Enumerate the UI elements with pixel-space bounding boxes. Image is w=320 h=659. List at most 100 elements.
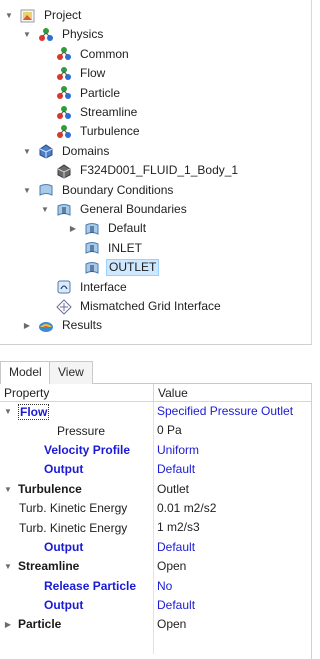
property-name: Release Particle xyxy=(44,578,137,593)
tree-item-results[interactable]: ▶ Results xyxy=(22,316,104,335)
expand-triangle-icon[interactable]: ▼ xyxy=(4,11,14,21)
expand-triangle-icon[interactable]: ▼ xyxy=(22,30,32,40)
property-value[interactable]: Default xyxy=(154,538,311,557)
property-group-flow[interactable]: ▼ Flow Specified Pressure Outlet xyxy=(0,402,311,422)
tree-item-label: F324D001_FLUID_1_Body_1 xyxy=(80,163,239,178)
tree-item-label: Mismatched Grid Interface xyxy=(80,299,221,313)
tree-item-domain-body[interactable]: F324D001_FLUID_1_Body_1 xyxy=(56,161,240,180)
expand-triangle-icon[interactable]: ▼ xyxy=(40,205,50,215)
property-row-pressure[interactable]: Pressure 0 Pa xyxy=(0,421,311,441)
tree-item-label-selected: OUTLET xyxy=(106,259,160,277)
property-name: Output xyxy=(44,462,84,477)
tab-view[interactable]: View xyxy=(49,361,93,384)
tree-item-turbulence[interactable]: Turbulence xyxy=(56,122,142,141)
property-row-velocity-profile[interactable]: Velocity Profile Uniform xyxy=(0,440,311,461)
tree-item-label: Particle xyxy=(80,85,121,100)
property-name: Turb. Kinetic Energy xyxy=(19,501,128,516)
tree-item-domains[interactable]: ▼ Domains xyxy=(22,142,111,161)
tree-item-label: Turbulence xyxy=(80,124,140,139)
tree-item-particle[interactable]: Particle xyxy=(56,84,122,103)
property-value[interactable]: Outlet xyxy=(154,480,311,499)
property-name: Streamline xyxy=(18,559,80,574)
property-group-particle[interactable]: ▶ Particle Open xyxy=(0,615,311,635)
property-value[interactable]: Specified Pressure Outlet xyxy=(154,402,311,421)
physics-node-icon xyxy=(57,105,71,119)
expand-triangle-icon[interactable]: ▼ xyxy=(3,557,13,576)
boundary-icon xyxy=(85,261,99,274)
property-value[interactable]: Uniform xyxy=(154,441,311,460)
physics-node-icon xyxy=(57,66,71,80)
tree-item-label: Boundary Conditions xyxy=(62,182,174,197)
property-value[interactable]: 0.01 m2/s2 xyxy=(154,499,311,518)
expand-triangle-icon[interactable]: ▼ xyxy=(3,402,13,421)
tree-item-general-boundaries[interactable]: ▼ General Boundaries xyxy=(40,200,189,219)
tree-item-inlet[interactable]: INLET xyxy=(84,239,144,258)
tab-model[interactable]: Model xyxy=(0,361,51,384)
column-header-value[interactable]: Value xyxy=(154,384,311,401)
property-value[interactable]: Open xyxy=(154,557,311,576)
property-row-turb-kinetic-energy-2[interactable]: Turb. Kinetic Energy 1 m2/s3 xyxy=(0,518,311,538)
property-row-empty xyxy=(0,634,311,655)
tree-item-mismatched-grid-interface[interactable]: Mismatched Grid Interface xyxy=(56,297,223,316)
tree-item-default[interactable]: ▶ Default xyxy=(68,219,148,238)
domains-icon xyxy=(39,144,53,159)
property-row-release-particle[interactable]: Release Particle No xyxy=(0,576,311,596)
tree-item-label: Default xyxy=(108,221,147,236)
mismatched-interface-icon xyxy=(56,298,72,315)
property-value[interactable]: No xyxy=(154,577,311,596)
panel-gap xyxy=(0,345,312,359)
physics-icon xyxy=(39,27,53,41)
tree-item-label: General Boundaries xyxy=(80,202,187,216)
tree-item-label: Interface xyxy=(80,279,127,294)
property-value[interactable]: 1 m2/s3 xyxy=(154,518,311,537)
property-name: Turbulence xyxy=(18,481,82,496)
expand-triangle-icon[interactable]: ▼ xyxy=(22,185,32,195)
physics-node-icon xyxy=(57,86,71,100)
tree-item-streamline[interactable]: Streamline xyxy=(56,103,139,122)
tree-item-label: Streamline xyxy=(80,105,138,119)
property-name: Pressure xyxy=(57,423,106,438)
domain-body-icon xyxy=(57,164,71,179)
project-icon xyxy=(20,9,35,22)
property-grid: Property Value ▼ Flow Specified Pressure… xyxy=(0,384,312,659)
boundary-group-icon xyxy=(57,203,71,216)
property-group-turbulence[interactable]: ▼ Turbulence Outlet xyxy=(0,479,311,499)
tree-item-label: INLET xyxy=(108,240,143,255)
property-value[interactable]: 0 Pa xyxy=(154,421,311,440)
property-name: Output xyxy=(44,598,84,613)
property-value[interactable]: Default xyxy=(154,460,311,479)
boundary-conditions-icon xyxy=(39,184,53,196)
tree-item-boundary-conditions[interactable]: ▼ Boundary Conditions xyxy=(22,181,175,200)
collapse-triangle-icon[interactable]: ▶ xyxy=(22,321,32,331)
collapse-triangle-icon[interactable]: ▶ xyxy=(3,615,13,634)
property-name: Turb. Kinetic Energy xyxy=(19,520,128,535)
boundary-icon xyxy=(85,222,99,235)
panel-tabs: Model View xyxy=(0,359,312,384)
interface-icon xyxy=(57,280,71,294)
property-value[interactable]: Open xyxy=(154,615,311,634)
tree-item-flow[interactable]: Flow xyxy=(56,64,107,83)
property-row-turb-kinetic-energy[interactable]: Turb. Kinetic Energy 0.01 m2/s2 xyxy=(0,498,311,519)
property-value[interactable]: Default xyxy=(154,596,311,615)
tree-item-outlet[interactable]: OUTLET xyxy=(84,258,160,277)
property-row-output[interactable]: Output Default xyxy=(0,537,311,558)
column-header-property[interactable]: Property xyxy=(0,384,154,401)
expand-triangle-icon[interactable]: ▼ xyxy=(3,480,13,499)
tree-item-project[interactable]: ▼ Project xyxy=(4,6,83,25)
property-row-output[interactable]: Output Default xyxy=(0,460,311,480)
physics-node-icon xyxy=(57,47,71,61)
collapse-triangle-icon[interactable]: ▶ xyxy=(68,224,78,234)
tree-item-label: Physics xyxy=(62,27,104,42)
expand-triangle-icon[interactable]: ▼ xyxy=(22,146,32,156)
boundary-icon xyxy=(85,242,99,255)
tree-item-label: Project xyxy=(44,8,82,22)
physics-node-icon xyxy=(57,124,71,138)
results-icon xyxy=(39,321,53,332)
tree-item-interface[interactable]: Interface xyxy=(56,278,129,297)
property-row-output[interactable]: Output Default xyxy=(0,595,311,616)
tree-item-physics[interactable]: ▼ Physics xyxy=(22,25,105,44)
property-group-streamline[interactable]: ▼ Streamline Open xyxy=(0,557,311,577)
property-name: Output xyxy=(44,539,84,554)
property-name: Flow xyxy=(18,403,50,420)
tree-item-common[interactable]: Common xyxy=(56,45,131,64)
